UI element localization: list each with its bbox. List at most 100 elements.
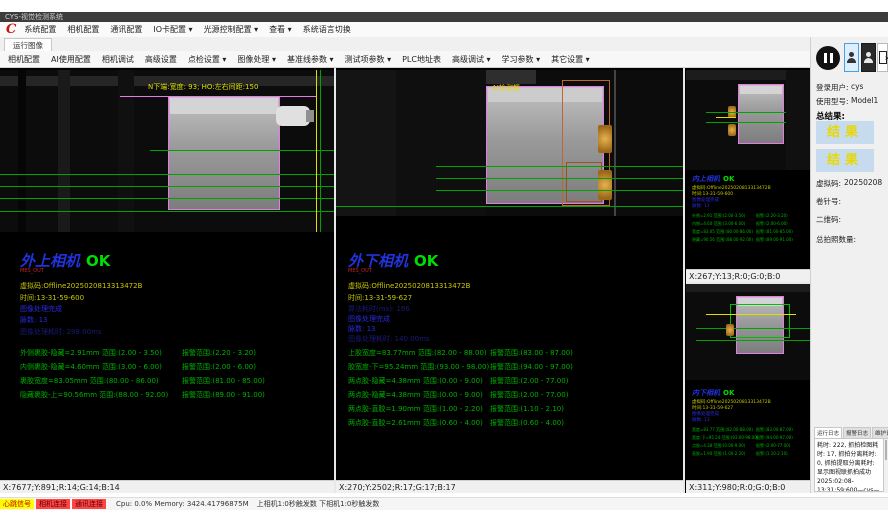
overlay-green-line <box>336 206 683 207</box>
tab-strip: 运行图像 <box>0 37 810 52</box>
operator-icon <box>864 52 873 63</box>
machine-structure <box>686 284 810 292</box>
pause-button[interactable] <box>815 44 841 71</box>
measurement-value: 两点胶-隐藏=4.38mm 范围:(0.00 - 9.00) <box>348 377 483 385</box>
measurement-row: 两点胶-隐藏=4.38mm 范围:(0.00 - 9.00) <box>348 390 483 400</box>
toolbar-test-params[interactable]: 测试项参数 ▾ <box>345 54 392 65</box>
model-value: Model1 <box>851 96 878 105</box>
alarm-range: 报警:(2.00-6.00) <box>756 221 788 227</box>
measurement-value: 内侧裹胶-隐藏=4.60mm 范围:(3.00 - 6.00) <box>20 363 162 371</box>
alarm-range: 报警范围:(2.20 - 3.20) <box>182 348 256 358</box>
qr-code-label: 二维码: <box>816 214 841 225</box>
login-user-value: cys <box>851 82 863 91</box>
menu-item-comm-config[interactable]: 通讯配置 <box>110 24 142 35</box>
camera-image-left[interactable]: N下端:宽度: 93; HO:左右间距:150 <box>0 70 334 232</box>
overlay-yellow-line <box>706 314 796 315</box>
measurement-row: 外侧裹胶-隐藏=2.91mm 范围:(2.00 - 3.50) <box>20 348 162 358</box>
overlay-label: N下端:宽度: 93; HO:左右间距:150 <box>148 82 258 92</box>
toolbar-ai-config[interactable]: AI使用配置 <box>51 54 91 65</box>
photo-count-label: 总拍照数量: <box>816 234 856 245</box>
camera-title-small-1: 内上相机OK <box>692 174 734 184</box>
measurement-row: 两点胶-直胶=2.61mm 范围:(0.60 - 4.00) <box>348 418 483 428</box>
measurement-value: 上胶宽度=83.77mm 范围:(82.00 - 88.00) <box>348 349 487 357</box>
camera-image-middle[interactable]: AI检测框 <box>336 70 683 216</box>
process-done-line: 图像处理完成 <box>348 314 390 324</box>
exit-button[interactable]: ➤ <box>877 43 888 72</box>
menu-item-language-switch[interactable]: 系统语言切换 <box>303 24 351 35</box>
alarm-range: 报警:(83.00-87.00) <box>756 427 793 433</box>
overlay-orange-rect-inner <box>566 162 602 202</box>
tab-run-image[interactable]: 运行图像 <box>4 38 52 52</box>
log-content[interactable]: 耗时: 222, 抓拍检图耗时: 17, 抓拍分离耗时: 0, 抓拍提取分离耗时… <box>814 438 884 492</box>
menu-item-io-config[interactable]: IO卡配置 ▾ <box>153 24 192 35</box>
menu-item-view[interactable]: 查看 ▾ <box>269 24 292 35</box>
measurement-row: 宽度=83.05 范围:(80.00-86.00) <box>692 229 753 235</box>
user-icon <box>847 52 856 63</box>
log-scrollbar[interactable] <box>885 440 887 460</box>
connector-part <box>276 106 310 126</box>
toolbar-other-settings[interactable]: 其它设置 ▾ <box>551 54 590 65</box>
overlay-green-line <box>696 340 810 341</box>
measurement-value: 裹胶宽度=83.05mm 范围:(80.00 - 86.00) <box>20 377 159 385</box>
part-highlight <box>740 86 782 94</box>
overlay-yellow-line <box>716 117 736 118</box>
alarm-range: 报警范围:(2.00 - 6.00) <box>182 362 256 372</box>
overlay-green-line <box>0 211 334 212</box>
measurement-value: 外侧裹胶-隐藏=2.91mm 范围:(2.00 - 3.50) <box>20 349 162 357</box>
measurement-row: 直胶=1.90 范围:(1.00-2.20) <box>692 451 745 457</box>
time-line: 时间:13-31-59-600 <box>20 293 84 303</box>
toolbar-learning-params[interactable]: 学习参数 ▾ <box>502 54 541 65</box>
measurement-value: 胶宽度-下=95.24mm 范围:(93.00 - 98.00) <box>348 363 489 371</box>
overlay-pink-line <box>120 96 316 97</box>
measurement-row: 隐藏=90.56 范围:(88.00-92.00) <box>692 237 753 243</box>
mes-label: MES_OUT <box>348 268 372 274</box>
camera-image-small-1[interactable] <box>686 70 810 170</box>
overlay-green-line <box>0 198 334 199</box>
right-control-panel: ➤ 登录用户: cys 使用型号: Model1 总结果: 结果 结果 虚拟码:… <box>810 37 888 493</box>
part-highlight <box>170 98 278 114</box>
menu-item-camera-config[interactable]: 相机配置 <box>67 24 99 35</box>
measurement-row: 外侧=2.91 范围:(2.00-3.50) <box>692 213 745 219</box>
result-badge-1: 结果 <box>816 121 874 144</box>
measurement-row: 宽度=83.77 范围:(82.00-88.00) <box>692 427 753 433</box>
machine-structure <box>18 70 26 232</box>
status-bar: 心跳信号 相机连接 通讯连接 Cpu: 0.0% Memory: 3424.41… <box>0 497 888 510</box>
measurement-value: 隐藏裹胶-上=90.56mm 范围:(88.00 - 92.00) <box>20 391 168 399</box>
alarm-range: 报警范围:(2.00 - 77.00) <box>490 376 568 386</box>
toolbar-plc-address[interactable]: PLC地址表 <box>402 54 441 65</box>
user-button[interactable] <box>844 43 859 72</box>
overlay-green-rect <box>730 304 790 338</box>
toolbar: 相机配置 AI使用配置 相机调试 高级设置 点检设置 ▾ 图像处理 ▾ 基准线参… <box>0 51 810 68</box>
toolbar-camera-config[interactable]: 相机配置 <box>8 54 40 65</box>
menu-item-light-config[interactable]: 光源控制配置 ▾ <box>204 24 259 35</box>
camera-image-small-2[interactable] <box>686 284 810 380</box>
time-line: 时间:13-31-59-627 <box>348 293 412 303</box>
pulse-count-line: 脉数: 13 <box>692 417 710 423</box>
toolbar-advanced-settings[interactable]: 高级设置 <box>145 54 177 65</box>
operator-button[interactable] <box>861 43 876 72</box>
measurement-value: 两点胶-直胶=2.61mm 范围:(0.60 - 4.00) <box>348 419 483 427</box>
measurement-value: 两点胶-隐藏=4.38mm 范围:(0.00 - 9.00) <box>348 391 483 399</box>
toolbar-camera-debug[interactable]: 相机调试 <box>102 54 134 65</box>
connector-tip <box>306 110 314 122</box>
alarm-range: 报警:(2.00-77.00) <box>756 443 790 449</box>
menu-item-system-config[interactable]: 系统配置 <box>24 24 56 35</box>
menu-bar: C 系统配置 相机配置 通讯配置 IO卡配置 ▾ 光源控制配置 ▾ 查看 ▾ 系… <box>0 22 888 38</box>
measurement-row: 两点胶-隐藏=4.38mm 范围:(0.00 - 9.00) <box>348 376 483 386</box>
measurement-row: 上胶宽度=83.77mm 范围:(82.00 - 88.00) <box>348 348 487 358</box>
overlay-green-line <box>436 190 683 191</box>
toolbar-image-processing[interactable]: 图像处理 ▾ <box>237 54 276 65</box>
alarm-range: 报警:(94.00-97.00) <box>756 435 793 441</box>
toolbar-advanced-debug[interactable]: 高级调试 ▾ <box>452 54 491 65</box>
window-title: CYS-视觉检测系统 <box>0 12 888 22</box>
overlay-green-vline <box>320 70 321 232</box>
virtual-code-value: 20250208 <box>844 178 882 187</box>
alarm-range: 报警范围:(1.10 - 2.10) <box>490 404 564 414</box>
overlay-green-line <box>436 178 683 179</box>
measurement-row: 胶宽度-下=95.24mm 范围:(93.00 - 98.00) <box>348 362 489 372</box>
gold-contact <box>598 170 612 200</box>
toolbar-spot-check[interactable]: 点检设置 ▾ <box>188 54 227 65</box>
measurement-row: 隐藏裹胶-上=90.56mm 范围:(88.00 - 92.00) <box>20 390 168 400</box>
toolbar-baseline-params[interactable]: 基准线参数 ▾ <box>287 54 334 65</box>
gold-contact <box>726 324 734 336</box>
